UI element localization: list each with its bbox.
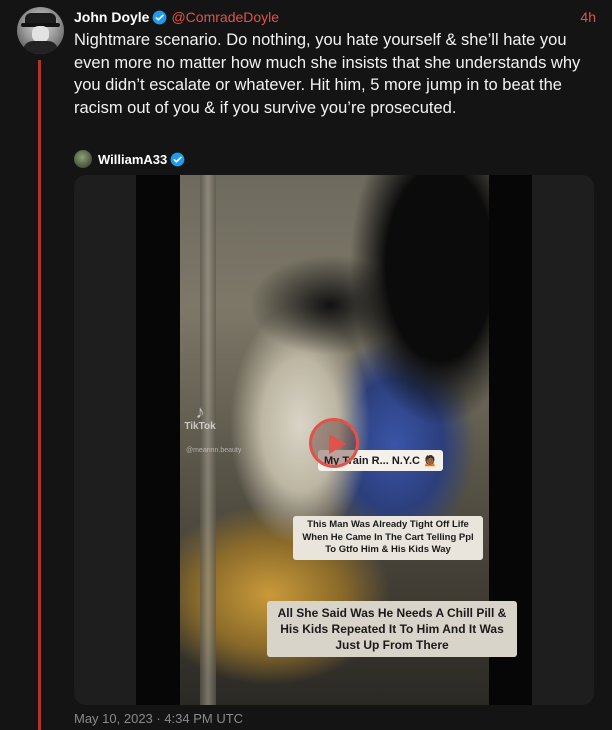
tiktok-logo-icon: ♪ TikTok	[184, 402, 216, 432]
tweet-timestamp[interactable]: May 10, 2023 · 4:34 PM UTC	[74, 711, 243, 726]
verified-badge-icon	[170, 152, 185, 167]
tweet-text: Nightmare scenario. Do nothing, you hate…	[74, 31, 581, 117]
play-icon	[329, 434, 346, 454]
quoted-author-name: WilliamA33	[98, 151, 168, 167]
quoted-avatar	[74, 150, 92, 168]
quoted-author[interactable]: WilliamA33	[74, 150, 189, 168]
user-handle[interactable]: @ComradeDoyle	[171, 9, 279, 25]
verified-badge-icon	[152, 10, 167, 25]
video-caption-middle: This Man Was Already Tight Off Life When…	[293, 516, 483, 560]
video-media[interactable]: ♪ TikTok @meannn.beauty My Train R... N.…	[74, 175, 594, 705]
video-caption-bottom: All She Said Was He Needs A Chill Pill &…	[267, 601, 517, 657]
tiktok-watermark-label: TikTok	[184, 421, 216, 432]
thread-line	[38, 60, 41, 730]
tiktok-watermark-user: @meannn.beauty	[186, 447, 242, 454]
tweet-header: John Doyle @ComradeDoyle 4h	[74, 8, 596, 26]
play-button[interactable]	[309, 418, 359, 468]
avatar[interactable]	[17, 7, 64, 54]
time-ago[interactable]: 4h	[580, 9, 596, 25]
tweet-thread-page: John Doyle @ComradeDoyle 4h Nightmare sc…	[0, 0, 612, 730]
display-name[interactable]: John Doyle	[74, 9, 149, 25]
